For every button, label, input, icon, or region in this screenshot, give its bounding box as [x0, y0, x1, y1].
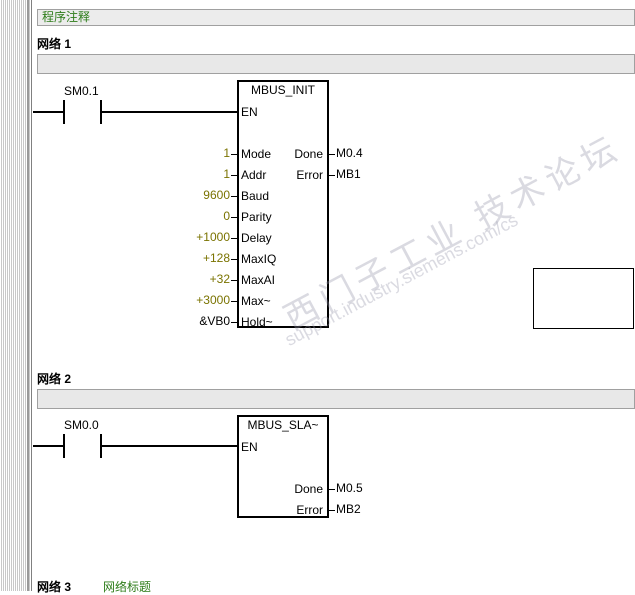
rung-2-wire: [101, 445, 238, 447]
stub-error: [329, 175, 335, 176]
input-value-maxiq[interactable]: +128: [170, 251, 230, 265]
pin-parity: Parity: [241, 210, 272, 224]
mbus-init-block[interactable]: MBUS_INIT EN Mode Addr Baud Parity Delay…: [237, 80, 329, 329]
stub-maxai: [231, 280, 237, 281]
contact-label-sm00: SM0.0: [64, 418, 99, 432]
network-3-title[interactable]: 网络 3: [37, 578, 71, 595]
pin-mode: Mode: [241, 147, 272, 161]
power-rail-link-2: [33, 445, 64, 447]
pin-en-2: EN: [241, 440, 258, 454]
output-value-error-2[interactable]: MB2: [336, 502, 361, 516]
pin-baud: Baud: [241, 189, 270, 203]
input-value-baud[interactable]: 9600: [170, 188, 230, 202]
stub-error-2: [329, 510, 335, 511]
stub-baud: [231, 196, 237, 197]
network-2-comment-bar[interactable]: [37, 389, 635, 409]
network-1-comment-bar[interactable]: [37, 54, 635, 74]
input-value-parity[interactable]: 0: [170, 209, 230, 223]
pin-delay: Delay: [241, 231, 272, 245]
stub-parity: [231, 217, 237, 218]
input-value-addr[interactable]: 1: [170, 167, 230, 181]
pin-maxiq: MaxIQ: [241, 252, 277, 266]
stub-addr: [231, 175, 237, 176]
pin-maxhr: Max~: [241, 294, 271, 308]
stub-done-2: [329, 489, 335, 490]
contact-sm00-left[interactable]: [63, 434, 65, 458]
output-value-done[interactable]: M0.4: [336, 146, 363, 160]
pin-done: Done: [294, 147, 323, 161]
stub-maxhr: [231, 301, 237, 302]
mbus-init-title: MBUS_INIT: [250, 83, 315, 97]
network-1-title[interactable]: 网络 1: [37, 35, 71, 52]
pin-holdstart: Hold~: [241, 315, 273, 329]
pin-en: EN: [241, 105, 258, 119]
pin-error-2: Error: [296, 503, 323, 517]
pin-maxai: MaxAI: [241, 273, 276, 287]
program-comment-bar[interactable]: 程序注释: [37, 9, 635, 26]
mbus-slave-title: MBUS_SLA~: [247, 418, 319, 432]
output-value-error[interactable]: MB1: [336, 167, 361, 181]
output-value-done-2[interactable]: M0.5: [336, 481, 363, 495]
power-rail-link-1: [33, 111, 64, 113]
left-margin-gutter: [0, 0, 32, 591]
input-value-holdstart[interactable]: &VB0: [170, 314, 230, 328]
stub-done: [329, 154, 335, 155]
stub-maxiq: [231, 259, 237, 260]
contact-label-sm01: SM0.1: [64, 84, 99, 98]
contact-sm01-left[interactable]: [63, 100, 65, 124]
rung-1-wire: [101, 111, 238, 113]
network-3-subtitle: 网络标题: [103, 580, 152, 594]
input-value-delay[interactable]: +1000: [170, 230, 230, 244]
mbus-slave-block[interactable]: MBUS_SLA~ EN Done Error: [237, 415, 329, 518]
input-value-maxai[interactable]: +32: [170, 272, 230, 286]
input-value-mode[interactable]: 1: [170, 146, 230, 160]
stub-delay: [231, 238, 237, 239]
pin-done-2: Done: [294, 482, 323, 496]
stub-mode: [231, 154, 237, 155]
empty-output-box[interactable]: [533, 268, 634, 329]
stub-holdstart: [231, 322, 237, 323]
pin-error: Error: [296, 168, 323, 182]
network-2-title[interactable]: 网络 2: [37, 370, 71, 387]
input-value-maxhr[interactable]: +3000: [170, 293, 230, 307]
pin-addr: Addr: [241, 168, 267, 182]
